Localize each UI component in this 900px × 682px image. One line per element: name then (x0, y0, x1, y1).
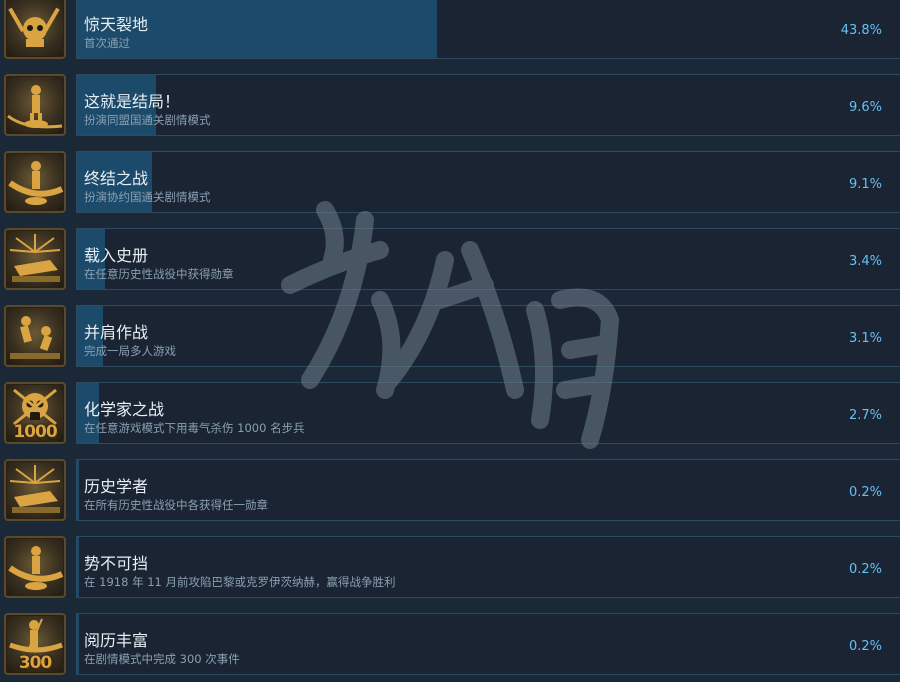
unlock-percent: 0.2% (848, 485, 882, 500)
achievement-description: 扮演同盟国通关剧情模式 (84, 113, 211, 127)
achievement-title: 并肩作战 (84, 323, 149, 342)
achievement-row: 300 阅历丰富在剧情模式中完成 300 次事件 0.2% (0, 605, 900, 682)
soldier-film-icon (4, 536, 66, 598)
soldier-film-icon (4, 151, 66, 213)
tank-sunburst-icon (4, 228, 66, 290)
soldiers-fighting-icon (4, 305, 66, 367)
achievement-panel: 势不可挡在 1918 年 11 月前攻陷巴黎或克罗伊茨纳赫，赢得战争胜利 0.2% (76, 536, 900, 598)
achievement-row: 终结之战扮演协约国通关剧情模式 9.1% (0, 143, 900, 220)
achievement-panel: 并肩作战完成一局多人游戏 3.1% (76, 305, 900, 367)
achievement-panel: 惊天裂地首次通过 43.8% (76, 0, 900, 59)
unlock-percent: 43.8% (840, 23, 882, 38)
achievement-panel: 化学家之战在任意游戏模式下用毒气杀伤 1000 名步兵 2.7% (76, 382, 900, 444)
soldier-statue-icon (4, 74, 66, 136)
unlock-percent: 0.2% (848, 562, 882, 577)
tank-sunburst-icon (4, 459, 66, 521)
achievement-description: 完成一局多人游戏 (84, 344, 176, 358)
achievement-row: 1000 化学家之战在任意游戏模式下用毒气杀伤 1000 名步兵 2.7% (0, 374, 900, 451)
achievement-row: 历史学者在所有历史性战役中各获得任一勋章 0.2% (0, 451, 900, 528)
unlock-percent: 2.7% (848, 408, 882, 423)
achievement-description: 在剧情模式中完成 300 次事件 (84, 652, 240, 666)
achievement-list: 惊天裂地 首次通过 43.8% 这就是结局！ 扮演同盟国通关剧情模式 9.6% 终结之战 扮演… (0, 0, 900, 682)
achievement-title: 这就是结局！ (84, 92, 181, 111)
achievement-title: 载入史册 (84, 246, 149, 265)
achievement-row: 势不可挡在 1918 年 11 月前攻陷巴黎或克罗伊茨纳赫，赢得战争胜利 0.2% (0, 528, 900, 605)
unlock-rate-bar (77, 460, 79, 520)
achievement-description: 首次通过 (84, 36, 130, 50)
achievement-description: 在所有历史性战役中各获得任一勋章 (84, 498, 268, 512)
achievement-panel: 阅历丰富在剧情模式中完成 300 次事件 0.2% (76, 613, 900, 675)
achievement-panel: 载入史册在任意历史性战役中获得勋章 3.4% (76, 228, 900, 290)
icon-badge-number: 300 (18, 653, 53, 673)
achievement-title: 化学家之战 (84, 400, 165, 419)
achievement-description: 扮演协约国通关剧情模式 (84, 190, 211, 204)
icon-badge-number: 1000 (13, 422, 57, 442)
achievement-panel: 这就是结局！ 扮演同盟国通关剧情模式 9.6% (76, 74, 900, 136)
achievement-description: 在 1918 年 11 月前攻陷巴黎或克罗伊茨纳赫，赢得战争胜利 (84, 575, 396, 589)
achievement-description: 在任意历史性战役中获得勋章 (84, 267, 234, 281)
unlock-percent: 3.4% (848, 254, 882, 269)
unlock-percent: 0.2% (848, 639, 882, 654)
skull-hammer-icon (4, 0, 66, 59)
soldier-rifle-icon: 300 (4, 613, 66, 675)
unlock-percent: 9.6% (848, 100, 882, 115)
unlock-rate-bar (77, 537, 79, 597)
achievement-panel: 历史学者在所有历史性战役中各获得任一勋章 0.2% (76, 459, 900, 521)
unlock-percent: 3.1% (848, 331, 882, 346)
unlock-rate-bar (77, 614, 79, 674)
gas-mask-skull-icon: 1000 (4, 382, 66, 444)
achievement-description: 在任意游戏模式下用毒气杀伤 1000 名步兵 (84, 421, 305, 435)
achievement-row: 惊天裂地首次通过 43.8% (0, 0, 900, 66)
achievement-title: 惊天裂地 (84, 15, 149, 34)
achievement-panel: 终结之战扮演协约国通关剧情模式 9.1% (76, 151, 900, 213)
unlock-percent: 9.1% (848, 177, 882, 192)
achievement-row: 并肩作战完成一局多人游戏 3.1% (0, 297, 900, 374)
achievement-title: 终结之战 (84, 169, 149, 188)
achievement-title: 势不可挡 (84, 554, 149, 573)
achievement-title: 阅历丰富 (84, 631, 149, 650)
achievement-row: 载入史册在任意历史性战役中获得勋章 3.4% (0, 220, 900, 297)
achievement-row: 这就是结局！ 扮演同盟国通关剧情模式 9.6% (0, 66, 900, 143)
achievement-title: 历史学者 (84, 477, 149, 496)
